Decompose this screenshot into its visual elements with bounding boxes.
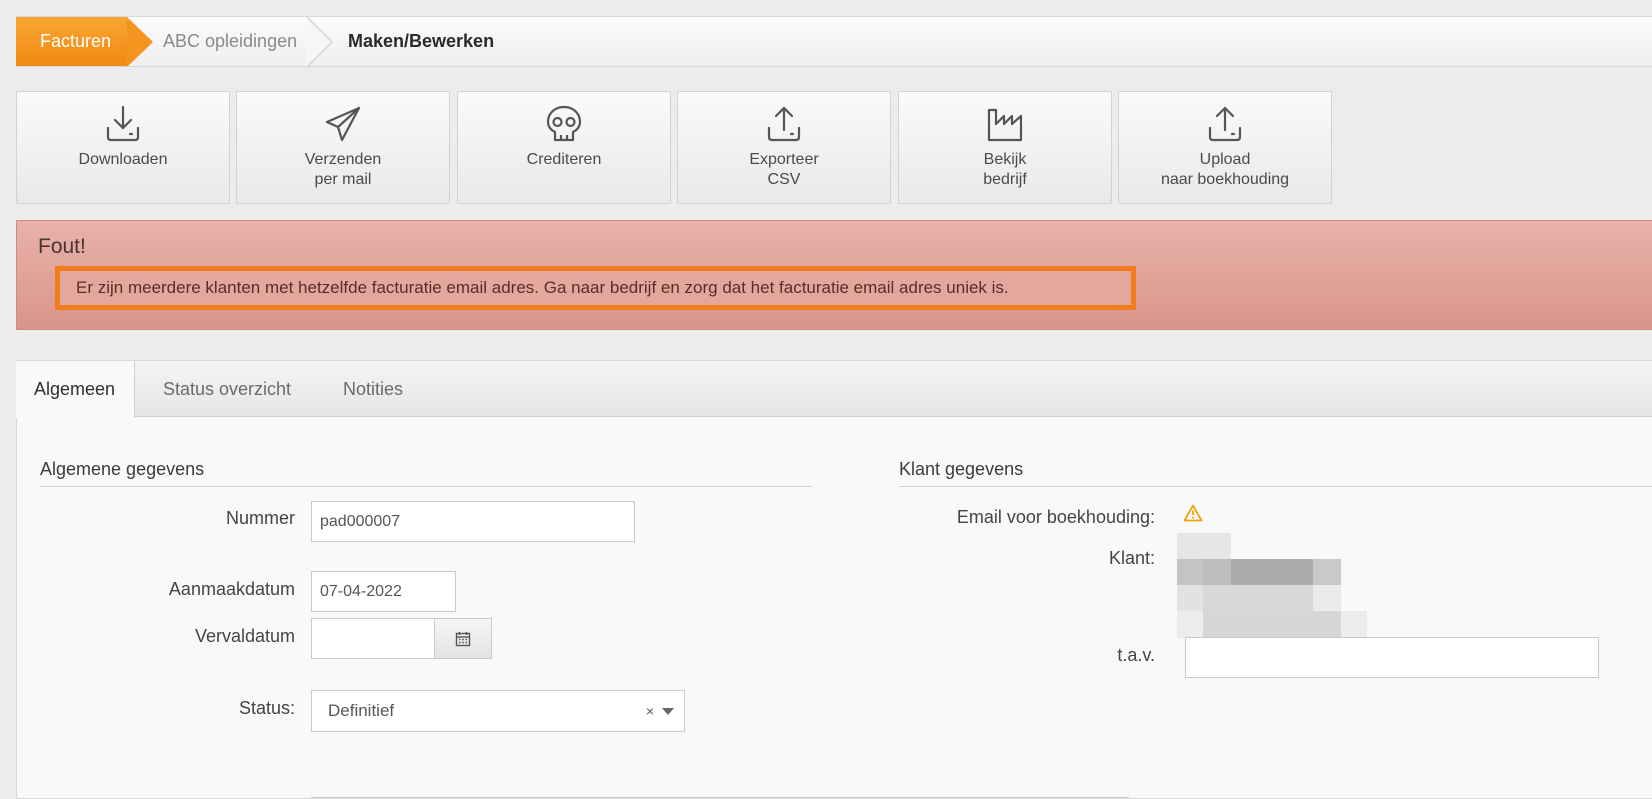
aanmaakdatum-input[interactable] bbox=[311, 571, 456, 612]
client-name-redacted bbox=[1177, 533, 1367, 638]
tab-notities[interactable]: Notities bbox=[343, 361, 403, 417]
skull-icon bbox=[546, 105, 582, 142]
general-section-title: Algemene gegevens bbox=[40, 459, 812, 487]
tab-bar: Algemeen Status overzicht Notities bbox=[16, 361, 1652, 418]
download-button[interactable]: Downloaden bbox=[16, 91, 230, 204]
tav-input[interactable] bbox=[1185, 637, 1599, 678]
upload-tray-icon bbox=[1208, 106, 1242, 142]
breadcrumb-current: Maken/Bewerken bbox=[348, 31, 495, 51]
credit-button[interactable]: Crediteren bbox=[457, 91, 671, 204]
send-mail-label: Verzenden bbox=[304, 151, 382, 168]
divider bbox=[311, 797, 1129, 798]
status-select-value: Definitief bbox=[328, 701, 395, 720]
vervaldatum-label: Vervaldatum bbox=[194, 626, 295, 646]
paper-plane-icon bbox=[325, 106, 361, 142]
export-csv-button[interactable]: Exporteer CSV bbox=[677, 91, 891, 204]
send-mail-label-2: per mail bbox=[314, 171, 372, 188]
view-company-button[interactable]: Bekijk bedrijf bbox=[898, 91, 1112, 204]
alert-title: Fout! bbox=[38, 235, 86, 258]
breadcrumb: Facturen ABC opleidingen Maken/Bewerken bbox=[16, 16, 1652, 68]
client-section-title: Klant gegevens bbox=[899, 459, 1652, 487]
breadcrumb-facturen[interactable]: Facturen bbox=[16, 17, 153, 67]
error-alert: Fout! Er zijn meerdere klanten met hetze… bbox=[16, 220, 1652, 330]
export-label: Exporteer bbox=[749, 151, 819, 168]
aanmaakdatum-label: Aanmaakdatum bbox=[168, 579, 295, 599]
upload-label: Upload bbox=[1199, 151, 1251, 168]
alert-message: Er zijn meerdere klanten met hetzelfde f… bbox=[55, 266, 1136, 310]
calendar-button[interactable] bbox=[434, 618, 492, 659]
invoice-card: Algemeen Status overzicht Notities Algem… bbox=[16, 360, 1652, 799]
email-boekhouding-label: Email voor boekhouding: bbox=[956, 507, 1155, 527]
upload-label-2: naar boekhouding bbox=[1160, 171, 1290, 188]
tab-algemeen[interactable]: Algemeen bbox=[16, 361, 136, 418]
tab-status-overzicht[interactable]: Status overzicht bbox=[163, 361, 291, 417]
view-company-label-2: bedrijf bbox=[983, 171, 1027, 188]
send-mail-button[interactable]: Verzenden per mail bbox=[236, 91, 450, 204]
upload-accounting-button[interactable]: Upload naar boekhouding bbox=[1118, 91, 1332, 204]
klant-label: Klant: bbox=[1108, 548, 1155, 568]
status-label: Status: bbox=[238, 698, 295, 718]
nummer-label: Nummer bbox=[225, 508, 295, 528]
upload-tray-icon bbox=[767, 106, 801, 142]
tav-label: t.a.v. bbox=[1117, 645, 1155, 665]
breadcrumb-company[interactable]: ABC opleidingen bbox=[163, 17, 297, 66]
chevron-down-icon[interactable] bbox=[662, 708, 674, 715]
factory-icon bbox=[987, 108, 1023, 142]
nummer-input[interactable] bbox=[311, 501, 635, 542]
calendar-icon bbox=[455, 632, 471, 647]
breadcrumb-separator bbox=[306, 16, 333, 68]
status-select[interactable]: Definitief × bbox=[311, 690, 685, 732]
download-label: Downloaden bbox=[78, 151, 168, 168]
clear-icon[interactable]: × bbox=[646, 691, 654, 731]
credit-label: Crediteren bbox=[526, 151, 602, 168]
export-label-2: CSV bbox=[767, 171, 801, 188]
warning-icon bbox=[1183, 504, 1203, 522]
download-icon bbox=[106, 105, 140, 142]
vervaldatum-input[interactable] bbox=[311, 618, 453, 659]
view-company-label: Bekijk bbox=[983, 151, 1027, 168]
